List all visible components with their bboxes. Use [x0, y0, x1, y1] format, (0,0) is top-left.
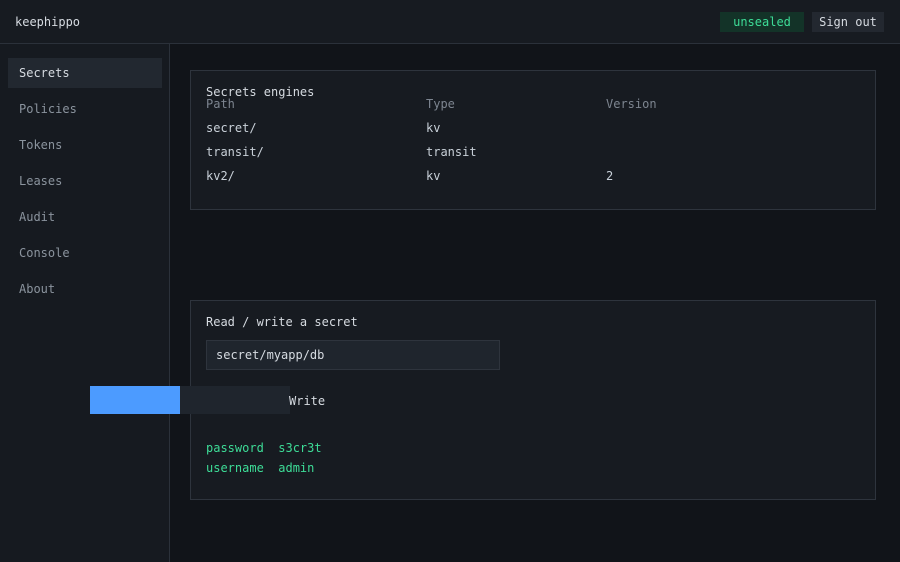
panel-title: Read / write a secret	[206, 315, 358, 329]
sign-out-button[interactable]: Sign out	[812, 12, 884, 32]
result-value: admin	[278, 461, 315, 475]
sidebar-item-leases[interactable]: Leases	[8, 166, 162, 196]
column-header-type: Type	[426, 97, 455, 111]
column-header-path: Path	[206, 97, 235, 111]
engine-type: kv	[426, 169, 441, 183]
secret-path-input[interactable]	[206, 340, 500, 370]
write-button-label[interactable]: Write	[289, 394, 325, 408]
sidebar: Secrets Policies Tokens Leases Audit Con…	[0, 44, 170, 562]
engine-version: 2	[606, 169, 614, 183]
read-button[interactable]	[90, 386, 180, 414]
sidebar-item-policies[interactable]: Policies	[8, 94, 162, 124]
engine-type: transit	[426, 145, 477, 159]
brand-logo: keephippo	[15, 15, 81, 29]
sidebar-item-about[interactable]: About	[8, 274, 162, 304]
sidebar-item-console[interactable]: Console	[8, 238, 162, 268]
engine-type: kv	[426, 121, 441, 135]
write-button[interactable]	[180, 386, 290, 414]
result-key: password	[206, 441, 264, 455]
column-header-version: Version	[606, 97, 657, 111]
engine-path[interactable]: transit/	[206, 145, 264, 159]
sidebar-item-audit[interactable]: Audit	[8, 202, 162, 232]
engine-path[interactable]: kv2/	[206, 169, 235, 183]
top-bar: keephippo unsealed Sign out	[0, 0, 900, 44]
secrets-engines-panel: Secrets engines Path Type Version secret…	[190, 70, 876, 210]
result-value: s3cr3t	[278, 441, 322, 455]
result-key: username	[206, 461, 264, 475]
seal-status-badge: unsealed	[720, 12, 804, 32]
result-line-username: username admin	[206, 461, 314, 475]
sidebar-item-secrets[interactable]: Secrets	[8, 58, 162, 88]
result-line-password: password s3cr3t	[206, 441, 322, 455]
sidebar-item-tokens[interactable]: Tokens	[8, 130, 162, 160]
engine-path[interactable]: secret/	[206, 121, 257, 135]
